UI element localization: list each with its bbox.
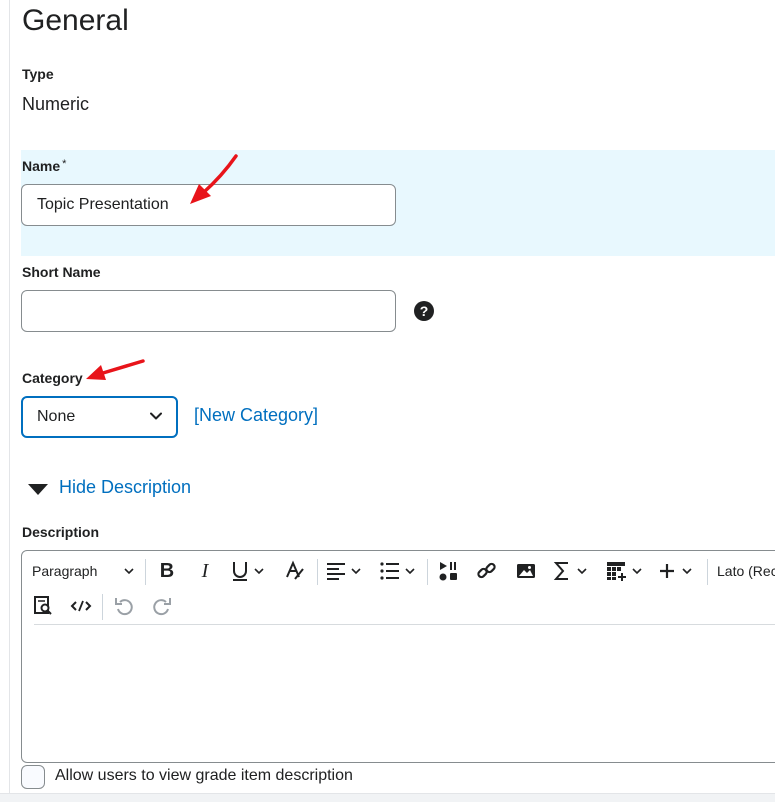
new-category-link[interactable]: [New Category] — [194, 405, 318, 426]
redo-icon[interactable] — [150, 594, 174, 618]
category-selected-value: None — [37, 408, 76, 425]
table-icon[interactable] — [605, 559, 645, 583]
source-code-icon[interactable] — [69, 594, 93, 618]
chevron-down-icon — [150, 412, 162, 420]
short-name-input[interactable] — [21, 290, 396, 332]
arrow-icon — [86, 359, 145, 380]
toolbar-separator — [145, 559, 146, 585]
section-title: General — [22, 4, 129, 37]
chevron-down-icon — [124, 568, 134, 575]
name-label-text: Name — [22, 158, 61, 174]
name-label: Name * — [22, 158, 66, 174]
undo-icon[interactable] — [112, 594, 136, 618]
bold-icon[interactable]: B — [155, 559, 179, 583]
equation-icon[interactable] — [552, 559, 592, 583]
toolbar-separator — [317, 559, 318, 585]
image-icon[interactable] — [514, 559, 538, 583]
allow-view-checkbox-label: Allow users to view grade item descripti… — [55, 767, 353, 784]
required-marker: * — [62, 158, 67, 170]
insert-more-icon[interactable] — [657, 559, 697, 583]
font-family-select[interactable]: Lato (Recommended) — [717, 559, 775, 583]
description-label: Description — [22, 524, 100, 540]
block-format-select[interactable]: Paragraph — [32, 559, 134, 583]
caret-down-icon — [28, 484, 48, 495]
preview-icon[interactable] — [32, 594, 56, 618]
short-name-label: Short Name — [22, 264, 101, 280]
name-input[interactable] — [21, 184, 396, 226]
category-select[interactable]: None — [21, 396, 178, 438]
hide-description-toggle[interactable]: Hide Description — [26, 476, 216, 500]
toolbar-separator — [102, 594, 103, 620]
category-label: Category — [22, 370, 83, 386]
description-editor[interactable]: Paragraph B I Lato (Recommended) — [21, 550, 775, 763]
editor-content-area[interactable] — [22, 625, 775, 762]
font-family-label: Lato (Recommended) — [717, 563, 775, 579]
underline-icon[interactable] — [228, 559, 268, 583]
help-icon[interactable]: ? — [414, 301, 434, 321]
block-format-label: Paragraph — [32, 563, 98, 579]
type-label: Type — [22, 66, 54, 82]
toolbar-separator — [707, 559, 708, 585]
align-icon[interactable] — [325, 559, 365, 583]
strikethrough-icon[interactable] — [283, 559, 307, 583]
insert-stuff-icon[interactable] — [437, 559, 461, 583]
hide-description-label: Hide Description — [59, 477, 192, 497]
left-border — [9, 0, 10, 801]
italic-icon[interactable]: I — [193, 559, 217, 583]
list-icon[interactable] — [379, 559, 419, 583]
toolbar-separator — [427, 559, 428, 585]
type-value: Numeric — [22, 94, 90, 114]
allow-view-checkbox[interactable] — [21, 765, 45, 789]
link-icon[interactable] — [475, 559, 499, 583]
